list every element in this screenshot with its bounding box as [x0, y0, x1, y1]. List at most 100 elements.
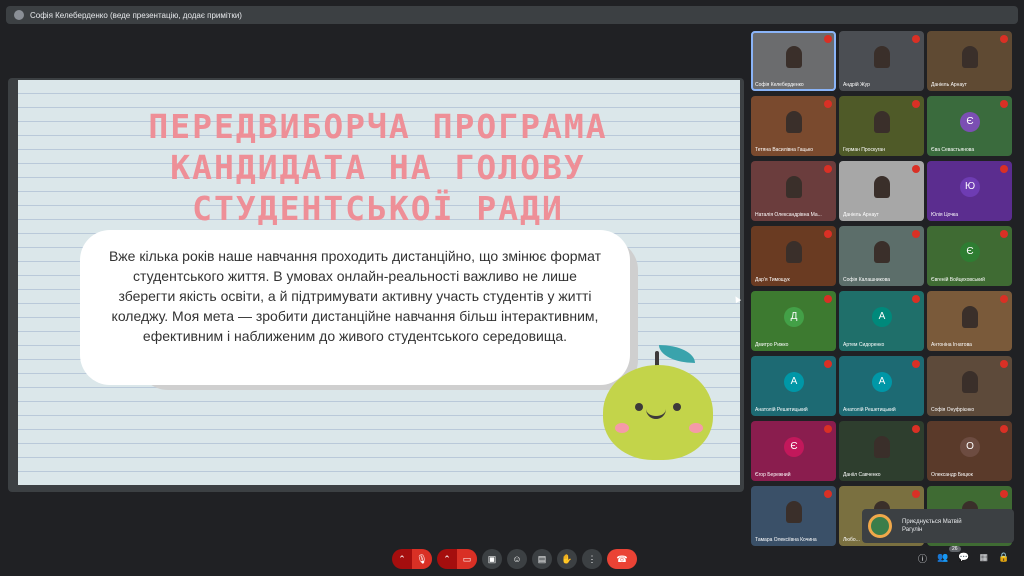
participant-name: Тетяна Василівна Гацько — [755, 147, 814, 153]
mic-muted-icon — [824, 360, 832, 368]
participant-tile[interactable]: Софія Онуфрієнко — [927, 356, 1012, 416]
apple-eye — [635, 403, 643, 411]
camera-off-icon[interactable]: ▭ — [457, 549, 477, 569]
participant-avatar: А — [872, 372, 892, 392]
emoji-icon: ☺ — [512, 554, 522, 564]
participant-tile[interactable]: Є Єва Севастьянова — [927, 96, 1012, 156]
participant-video — [786, 46, 802, 68]
leave-call-button[interactable]: ☎ — [607, 549, 637, 569]
people-icon[interactable]: 👥 — [937, 552, 948, 565]
participant-video — [962, 371, 978, 393]
activities-icon[interactable]: ▦ — [979, 552, 988, 565]
participant-name: Єва Севастьянова — [931, 147, 975, 153]
mic-muted-icon — [1000, 360, 1008, 368]
mic-toggle[interactable]: ⌃ 🎙 — [392, 549, 432, 569]
present-button[interactable]: ▣ — [482, 549, 502, 569]
participant-name: Софія Келеберденко — [755, 82, 804, 88]
participant-video — [786, 501, 802, 523]
participant-tile[interactable]: А Анатолій Решетицький — [751, 356, 836, 416]
mic-muted-icon — [912, 100, 920, 108]
mic-muted-icon — [1000, 230, 1008, 238]
info-icon[interactable]: ⓘ — [918, 552, 927, 565]
apple-cheek — [689, 423, 703, 433]
participant-avatar: Є — [960, 112, 980, 132]
participant-tile[interactable]: Даніель Арнаут — [839, 161, 924, 221]
participant-tile[interactable]: А Артем Сидоренко — [839, 291, 924, 351]
participant-tile[interactable]: Наталія Олександрівна Ма... — [751, 161, 836, 221]
side-controls: ⓘ 👥 💬 ▦ 🔒 — [918, 552, 1009, 565]
participant-tile[interactable]: Софія Келеберденко — [751, 31, 836, 91]
slide: ПЕРЕДВИБОРЧА ПРОГРАМА КАНДИДАТА НА ГОЛОВ… — [18, 80, 740, 485]
captions-button[interactable]: ▤ — [532, 549, 552, 569]
mic-muted-icon — [1000, 100, 1008, 108]
hand-icon: ✋ — [561, 553, 573, 564]
participant-tile[interactable]: Антоніна Ігнатова — [927, 291, 1012, 351]
participant-name: Софія Онуфрієнко — [931, 407, 975, 413]
participant-name: Дар'я Тимощук — [755, 277, 790, 283]
mic-muted-icon — [912, 230, 920, 238]
participant-video — [786, 111, 802, 133]
apple-cheek — [615, 423, 629, 433]
participant-name: Анатолій Решетицький — [843, 407, 896, 413]
participant-tile[interactable]: Ю Юлія Цочка — [927, 161, 1012, 221]
presenter-icon — [14, 10, 24, 20]
mic-muted-icon — [912, 295, 920, 303]
participant-tile[interactable]: Данііл Савченко — [839, 421, 924, 481]
mic-muted-icon — [1000, 295, 1008, 303]
participant-video — [874, 46, 890, 68]
more-options-button[interactable]: ⋮ — [582, 549, 602, 569]
mic-muted-icon — [912, 165, 920, 173]
participant-tile[interactable]: Даніель Арнаут — [927, 31, 1012, 91]
chat-icon[interactable]: 💬 — [958, 552, 969, 565]
more-vert-icon: ⋮ — [587, 553, 597, 564]
mic-muted-icon — [1000, 35, 1008, 43]
participant-tile[interactable]: Герман Проскуган — [839, 96, 924, 156]
participant-tile[interactable]: Андрій Жур — [839, 31, 924, 91]
present-screen-icon: ▣ — [487, 553, 497, 564]
participant-avatar: А — [872, 307, 892, 327]
participant-name: Олександр Бицюк — [931, 472, 973, 478]
slide-body: Вже кілька років наше навчання проходить… — [80, 230, 630, 385]
participant-tile[interactable]: О Олександр Бицюк — [927, 421, 1012, 481]
participant-name: Євгеній Войцеховський — [931, 277, 985, 283]
participant-video — [962, 306, 978, 328]
presentation-bar: Софія Келеберденко (веде презентацію, до… — [6, 6, 1018, 24]
participant-tile[interactable]: Тетяна Василівна Гацько — [751, 96, 836, 156]
participant-video — [786, 241, 802, 263]
participant-name: Тамара Олексіївна Кочина — [755, 537, 817, 543]
slide-title: ПЕРЕДВИБОРЧА ПРОГРАМА КАНДИДАТА НА ГОЛОВ… — [148, 107, 608, 228]
mic-muted-icon — [824, 230, 832, 238]
joining-avatar — [868, 514, 892, 538]
mic-muted-icon — [912, 425, 920, 433]
participant-tile[interactable]: Дар'я Тимощук — [751, 226, 836, 286]
mic-muted-icon — [912, 35, 920, 43]
participant-avatar: Ю — [960, 177, 980, 197]
raise-hand-button[interactable]: ✋ — [557, 549, 577, 569]
participant-tile[interactable]: Софія Калашникова — [839, 226, 924, 286]
apple-illustration — [603, 345, 713, 465]
participant-video — [874, 241, 890, 263]
participant-tile[interactable]: А Анатолій Решетицький — [839, 356, 924, 416]
lock-icon[interactable]: 🔒 — [998, 552, 1009, 565]
participant-video — [786, 176, 802, 198]
participant-tile[interactable]: Тамара Олексіївна Кочина — [751, 486, 836, 546]
participant-name: Софія Калашникова — [843, 277, 891, 283]
participant-avatar: Є — [960, 242, 980, 262]
camera-toggle[interactable]: ⌃ ▭ — [437, 549, 477, 569]
join-notification: Приєднується Матвій Рагулін — [862, 509, 1014, 543]
reactions-button[interactable]: ☺ — [507, 549, 527, 569]
participant-tile[interactable]: Д Дмитро Рижко — [751, 291, 836, 351]
participant-name: Даніель Арнаут — [843, 212, 879, 218]
chevron-up-icon[interactable]: ⌃ — [437, 554, 457, 565]
participant-name: Данііл Савченко — [843, 472, 881, 478]
participant-video — [874, 111, 890, 133]
participant-name: Юлія Цочка — [931, 212, 959, 218]
participant-tile[interactable]: Є Євгеній Войцеховський — [927, 226, 1012, 286]
mic-muted-icon — [824, 35, 832, 43]
participant-name: Єгор Бережний — [755, 472, 791, 478]
participant-tile[interactable]: Є Єгор Бережний — [751, 421, 836, 481]
mic-off-icon[interactable]: 🎙 — [412, 549, 432, 569]
hang-up-icon: ☎ — [616, 553, 628, 564]
join-notification-text: Приєднується Матвій Рагулін — [902, 519, 962, 533]
chevron-up-icon[interactable]: ⌃ — [392, 554, 412, 565]
